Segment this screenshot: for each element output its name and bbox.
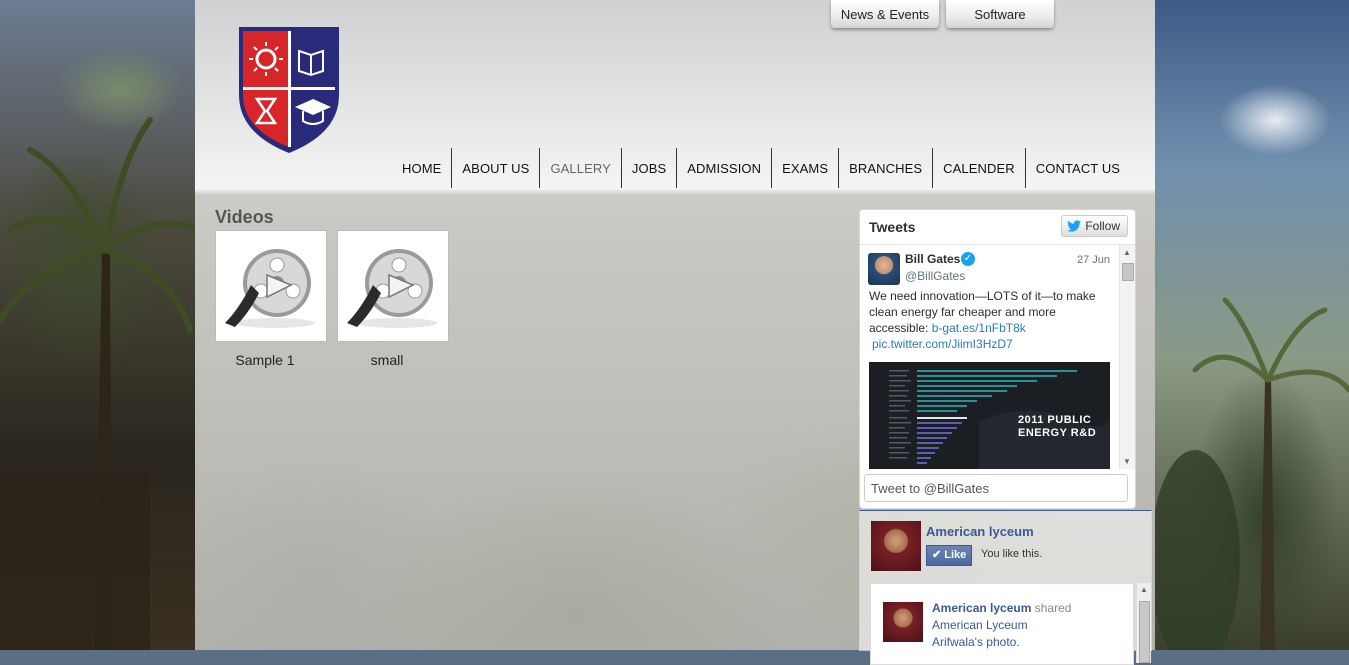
nav-item-contact-us[interactable]: CONTACT US: [1024, 148, 1130, 188]
twitter-timeline-widget: Tweets Follow Bill Gates ✓ @BillGates 27…: [859, 209, 1136, 509]
video-thumbnail[interactable]: [337, 230, 449, 342]
videos-heading: Videos: [215, 207, 274, 227]
background-scenery-left: [0, 0, 195, 650]
scroll-up-arrow-icon[interactable]: ▲: [1123, 248, 1131, 257]
background-scenery-right: [1155, 0, 1349, 650]
nav-item-calender[interactable]: CALENDER: [932, 148, 1025, 188]
facebook-page-widget: American lyceum ✔ Like You like this. Am…: [859, 510, 1152, 665]
tweet-text: We need innovation—LOTS of it—to make cl…: [869, 288, 1114, 352]
facebook-feed-scrollbar[interactable]: ▲: [1136, 583, 1151, 663]
film-reel-icon: [347, 249, 437, 328]
tweet-author-name[interactable]: Bill Gates: [905, 252, 960, 266]
scrollbar-thumb[interactable]: [1122, 263, 1134, 281]
nav-item-exams[interactable]: EXAMS: [771, 148, 838, 188]
tweet-image-caption-line: 2011 PUBLIC: [1018, 414, 1092, 426]
video-thumbnail[interactable]: [215, 230, 327, 342]
twitter-widget-header: Tweets Follow: [860, 210, 1135, 245]
tweet-image-caption: 2011 PUBLIC ENERGY R&D: [1018, 414, 1096, 440]
verified-badge-icon: ✓: [961, 252, 975, 266]
twitter-follow-label: Follow: [1085, 219, 1120, 233]
video-label[interactable]: small: [331, 352, 443, 368]
site-header: News & Events Software HOME ABOUT US GAL…: [195, 0, 1155, 188]
video-label[interactable]: Sample 1: [209, 352, 321, 368]
twitter-widget-title: Tweets: [869, 219, 916, 235]
tweet-to-input[interactable]: Tweet to @BillGates: [864, 474, 1128, 502]
nav-item-about-us[interactable]: ABOUT US: [451, 148, 539, 188]
tweet-image-caption-line: ENERGY R&D: [1018, 427, 1097, 439]
top-link-software[interactable]: Software: [946, 0, 1054, 28]
facebook-post-text: American lyceum shared American Lyceum A…: [932, 600, 1132, 651]
tweet-list: Bill Gates ✓ @BillGates 27 Jun We need i…: [860, 245, 1118, 469]
palm-tree-illustration: [0, 117, 195, 650]
nav-item-gallery[interactable]: GALLERY: [539, 148, 620, 188]
top-link-news-events[interactable]: News & Events: [831, 0, 939, 28]
tweet-link[interactable]: b-gat.es/1nFbT8k: [932, 321, 1026, 335]
facebook-post-shared-page[interactable]: American Lyceum: [932, 618, 1028, 632]
tweet-image[interactable]: 2011 PUBLIC ENERGY R&D: [869, 362, 1110, 469]
twitter-bird-icon: [1067, 220, 1082, 232]
school-crest-logo[interactable]: [237, 25, 341, 155]
main-navigation: HOME ABOUT US GALLERY JOBS ADMISSION EXA…: [392, 148, 1130, 188]
avatar[interactable]: [871, 521, 921, 571]
nav-item-jobs[interactable]: JOBS: [620, 148, 676, 188]
facebook-post-shared-photo[interactable]: Arifwala's photo.: [932, 635, 1020, 649]
tweet-pic-link[interactable]: pic.twitter.com/JiimI3HzD7: [872, 337, 1013, 351]
facebook-page-name[interactable]: American lyceum: [926, 524, 1034, 539]
tweet-list-scrollbar[interactable]: ▲ ▼: [1119, 245, 1135, 469]
facebook-post: American lyceum shared American Lyceum A…: [870, 583, 1134, 665]
tweet-author-handle[interactable]: @BillGates: [905, 269, 965, 283]
palm-tree-illustration: [1155, 297, 1349, 650]
nav-item-branches[interactable]: BRANCHES: [838, 148, 932, 188]
facebook-post-author[interactable]: American lyceum: [932, 601, 1031, 615]
scrollbar-thumb[interactable]: [1139, 601, 1150, 663]
facebook-like-button[interactable]: ✔ Like: [926, 545, 973, 566]
scroll-down-arrow-icon[interactable]: ▼: [1123, 457, 1131, 466]
nav-item-home[interactable]: HOME: [392, 148, 451, 188]
checkmark-icon: ✔: [932, 549, 942, 561]
tweet-date[interactable]: 27 Jun: [1077, 254, 1110, 266]
nav-item-admission[interactable]: ADMISSION: [676, 148, 771, 188]
scroll-up-arrow-icon[interactable]: ▲: [1140, 585, 1148, 594]
twitter-follow-button[interactable]: Follow: [1061, 215, 1128, 237]
avatar[interactable]: [883, 602, 923, 642]
facebook-like-label: Like: [944, 549, 967, 561]
film-reel-icon: [225, 249, 315, 328]
facebook-likes-text: You like this.: [981, 548, 1043, 560]
avatar[interactable]: [868, 253, 900, 285]
facebook-post-verb: shared: [1034, 601, 1072, 615]
